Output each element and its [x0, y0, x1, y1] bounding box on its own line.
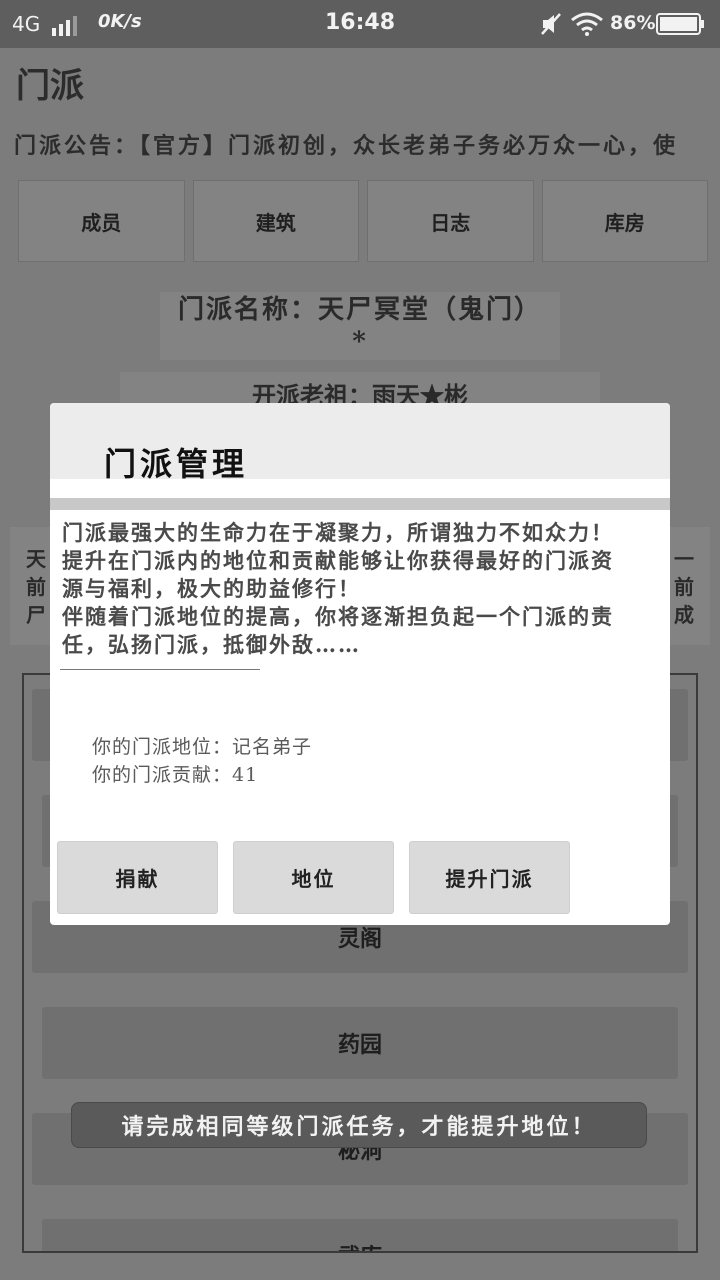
toast-message: 请完成相同等级门派任务，才能提升地位！: [71, 1102, 647, 1148]
sect-name-line1: 门派名称：天尸冥堂（鬼门）: [177, 295, 542, 325]
sect-position-row: 你的门派地位：记名弟子: [92, 733, 312, 761]
tab-members[interactable]: 成员: [18, 180, 185, 262]
donate-button[interactable]: 捐献: [57, 841, 218, 914]
description-line: 源与福利，极大的助益修行！: [62, 576, 361, 601]
sect-name-line2: *: [352, 327, 368, 357]
description-line: 伴随着门派地位的提高，你将逐渐担负起一个门派的责: [62, 604, 614, 629]
status-bar: 4G 0K/s 16:48 86%: [0, 0, 720, 48]
player-sect-stats: 你的门派地位：记名弟子 你的门派贡献：41: [92, 733, 312, 789]
sect-name: 门派名称：天尸冥堂（鬼门） *: [160, 292, 560, 360]
battery-icon: [656, 13, 704, 35]
info-right-text: 一: [674, 547, 694, 571]
info-left-text: 天: [26, 547, 46, 571]
tab-log[interactable]: 日志: [367, 180, 534, 262]
position-button[interactable]: 地位: [233, 841, 394, 914]
sect-contribution-label: 你的门派贡献：: [92, 764, 233, 786]
upgrade-sect-button[interactable]: 提升门派: [409, 841, 570, 914]
sect-contribution-row: 你的门派贡献：41: [92, 761, 312, 789]
dialog-divider: [50, 498, 670, 510]
description-line: 门派最强大的生命力在于凝聚力，所谓独力不如众力！: [62, 520, 614, 545]
tab-storehouse[interactable]: 库房: [541, 180, 708, 262]
info-right-text: 成: [674, 603, 694, 627]
info-left-text: 尸: [26, 603, 46, 627]
description-underline: [60, 669, 260, 670]
tab-buildings[interactable]: 建筑: [192, 180, 359, 262]
sect-info-left: 天 前 尸: [26, 545, 46, 629]
sect-position-label: 你的门派地位：: [92, 736, 233, 758]
page-title: 门派: [16, 66, 84, 106]
sect-notice: 门派公告：【官方】门派初创，众长老弟子务必万众一心，使: [14, 133, 679, 159]
dialog-title: 门派管理: [104, 445, 249, 483]
dialog-actions: 捐献 地位 提升门派: [57, 841, 570, 914]
info-right-text: 前: [674, 575, 694, 599]
battery-percent: 86%: [610, 12, 656, 34]
dialog-description: 门派最强大的生命力在于凝聚力，所谓独力不如众力！ 提升在门派内的地位和贡献能够让…: [62, 519, 662, 659]
sect-info-right: 一 前 成: [674, 545, 694, 629]
sect-management-dialog: 门派管理 门派最强大的生命力在于凝聚力，所谓独力不如众力！ 提升在门派内的地位和…: [50, 403, 670, 925]
building-button-yaoyuan[interactable]: 药园: [42, 1007, 678, 1079]
description-line: 提升在门派内的地位和贡献能够让你获得最好的门派资: [62, 548, 614, 573]
info-left-text: 前: [26, 575, 46, 599]
sect-tabs: 成员 建筑 日志 库房: [18, 180, 708, 262]
building-button-wuku[interactable]: 武库: [42, 1219, 678, 1251]
sect-position-value: 记名弟子: [232, 736, 313, 758]
description-line: 任，弘扬门派，抵御外敌……: [62, 632, 361, 657]
sect-contribution-value: 41: [232, 764, 259, 786]
mute-icon: [541, 13, 561, 35]
wifi-icon: [571, 12, 603, 36]
